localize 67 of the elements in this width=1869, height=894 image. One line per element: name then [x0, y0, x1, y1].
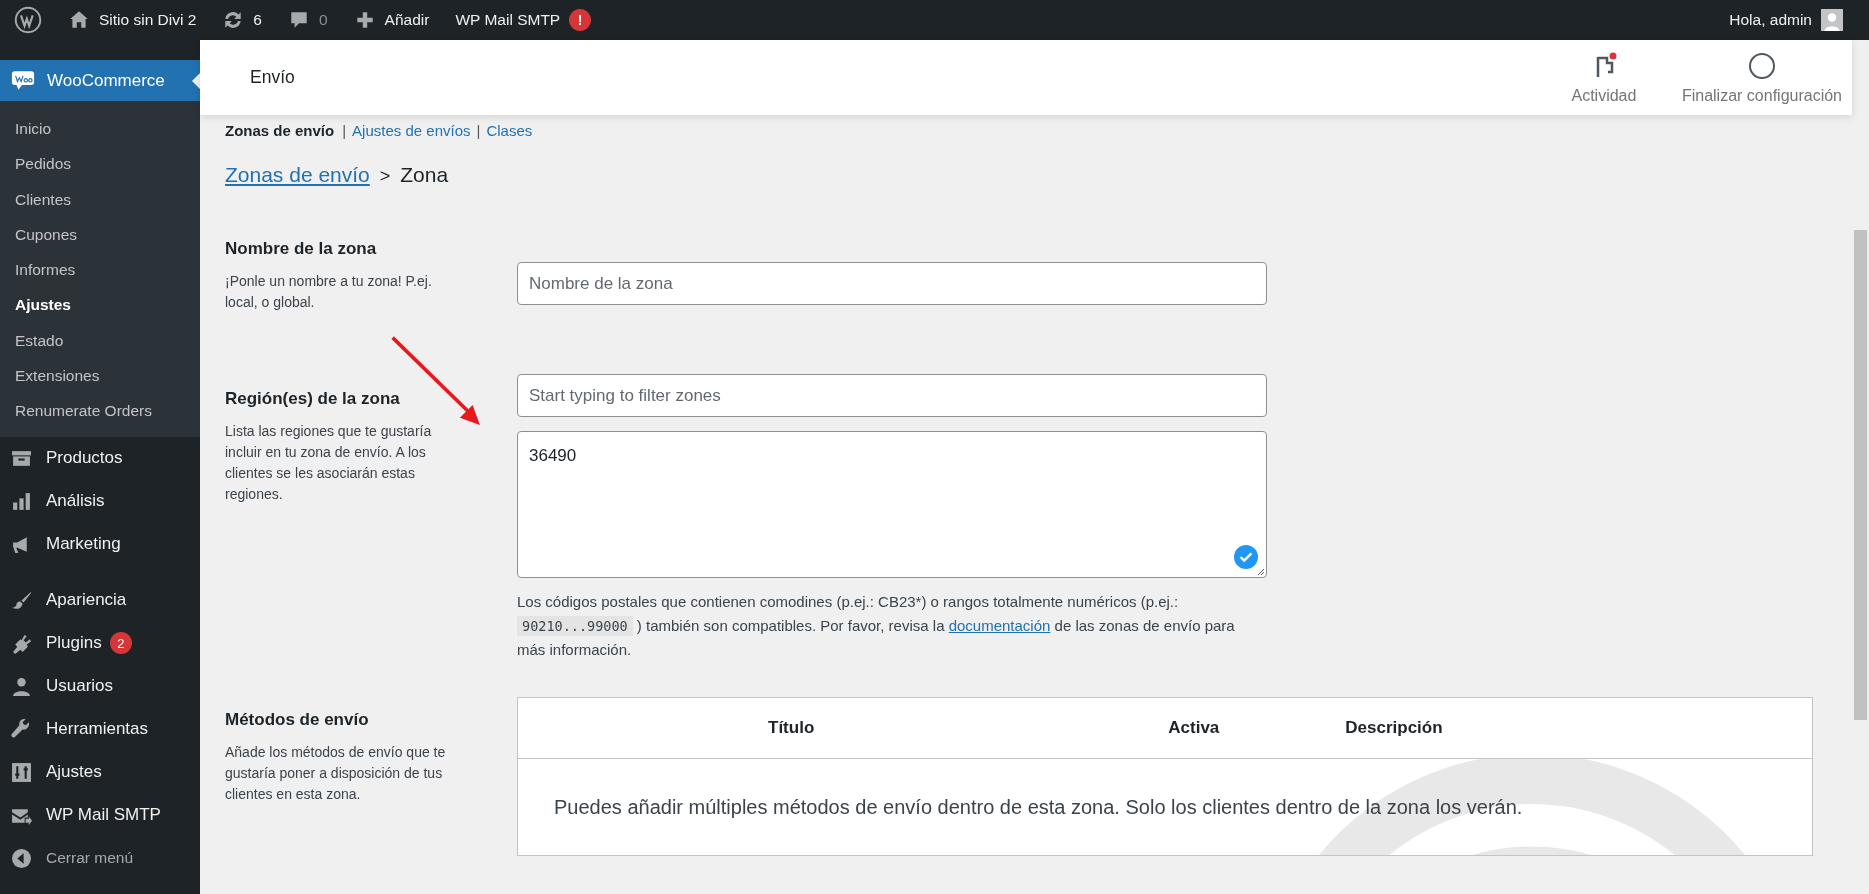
admin-bar-link[interactable]: 0 — [287, 9, 328, 31]
submenu-item[interactable]: Pedidos — [0, 146, 200, 182]
subnav-link[interactable]: Zonas de envío — [225, 121, 335, 139]
column-header: Título — [768, 718, 815, 738]
submenu-item[interactable]: Inicio — [0, 111, 200, 147]
sidebar-item[interactable]: Usuarios — [0, 664, 200, 708]
column-header: Descripción — [1345, 718, 1443, 738]
wordpress-logo-icon[interactable] — [14, 6, 42, 34]
section-description: Lista las regiones que te gustaría incluir en tu zona de envío. A los clientes se les asociarán estas regiones. — [225, 422, 433, 504]
sidebar-item[interactable]: Cerrar menú — [0, 836, 200, 880]
section-title: Nombre de la zona — [225, 239, 378, 259]
plug-icon — [11, 632, 32, 654]
sidebar-item[interactable]: Plugins 2 — [0, 621, 200, 665]
section-title: Métodos de envío — [225, 710, 370, 730]
user-icon — [11, 675, 32, 697]
header-action-button[interactable]: Actividad — [1543, 40, 1664, 115]
collapse-icon — [11, 847, 32, 869]
postcodes-textarea[interactable]: 36490 — [517, 431, 1267, 578]
submenu-item[interactable]: Renumerate Orders — [0, 393, 200, 429]
column-header: Activa — [1168, 718, 1220, 738]
submenu-item[interactable]: Extensiones — [0, 358, 200, 394]
help-text: Los códigos postales que contienen comodines (p.ej.: CB23*) o rangos totalmente numéricos (p.ej.: 90210...99000 ) también son compatibles. Por favor, revisa la documentación de las zonas de envío para más información. — [517, 592, 1236, 660]
wrench-icon — [11, 718, 32, 740]
section-title: Región(es) de la zona — [225, 389, 401, 409]
sidebar-item[interactable]: Ajustes — [0, 750, 200, 794]
subnav-divider: | — [342, 121, 347, 139]
breadcrumb-link[interactable]: Zonas de envío — [225, 163, 370, 187]
submenu-item[interactable]: Ajustes — [0, 287, 200, 323]
sidebar-item[interactable]: Herramientas — [0, 707, 200, 751]
avatar-icon — [1821, 9, 1843, 31]
section-description: Añade los métodos de envío que te gustaría poner a disposición de tus clientes en esta zona. — [225, 743, 447, 804]
submenu-item[interactable]: Informes — [0, 252, 200, 288]
notification-badge: ! — [569, 9, 592, 31]
submenu-item[interactable]: Clientes — [0, 181, 200, 217]
sidebar-item[interactable]: Apariencia — [0, 578, 200, 622]
sidebar-item[interactable]: Marketing — [0, 522, 200, 566]
sidebar-item[interactable]: Productos — [0, 436, 200, 480]
zone-name-field[interactable]: Nombre de la zona — [517, 262, 1267, 305]
empty-message: Puedes añadir múltiples métodos de envío dentro de esta zona. Solo los clientes dentro de la zona los verán. — [554, 795, 1523, 819]
sliders-icon — [11, 761, 32, 783]
sidebar-item[interactable]: Análisis — [0, 479, 200, 523]
progress-ring-icon — [1746, 50, 1777, 81]
count-badge: 2 — [109, 632, 132, 655]
home-icon — [68, 9, 90, 31]
resize-handle-icon[interactable] — [1257, 568, 1265, 576]
admin-bar-link[interactable]: 6 — [222, 9, 262, 31]
section-description: ¡Ponle un nombre a tu zona! P.ej. local, o global. — [225, 272, 433, 312]
documentation-link[interactable]: documentación — [948, 617, 1051, 634]
bar-chart-icon — [11, 490, 32, 512]
subnav-link[interactable]: Ajustes de envíos — [352, 121, 471, 139]
breadcrumb-separator: > — [379, 166, 391, 187]
sidebar-item[interactable]: WP Mail SMTP — [0, 793, 200, 837]
subnav-divider: | — [476, 121, 481, 139]
submenu-item[interactable]: Estado — [0, 322, 200, 359]
woo-logo-icon — [11, 70, 35, 91]
admin-bar-link[interactable]: Añadir — [353, 9, 430, 31]
header-action-button[interactable]: Finalizar configuración — [1671, 40, 1852, 115]
admin-bar-link[interactable]: WP Mail SMTP ! — [455, 9, 592, 31]
submenu-item[interactable]: Cupones — [0, 216, 200, 253]
page-title: Envío — [250, 67, 295, 88]
sidebar-item[interactable]: WooCommerce — [0, 60, 200, 101]
breadcrumb-current: Zona — [400, 163, 449, 187]
paintbrush-icon — [11, 589, 32, 611]
account-link[interactable]: Hola, admin — [1729, 9, 1843, 31]
subnav-link[interactable]: Clases — [486, 121, 533, 139]
zone-filter-field[interactable]: Start typing to filter zones — [517, 374, 1267, 417]
admin-bar-link[interactable]: Sitio sin Divi 2 — [68, 9, 197, 31]
